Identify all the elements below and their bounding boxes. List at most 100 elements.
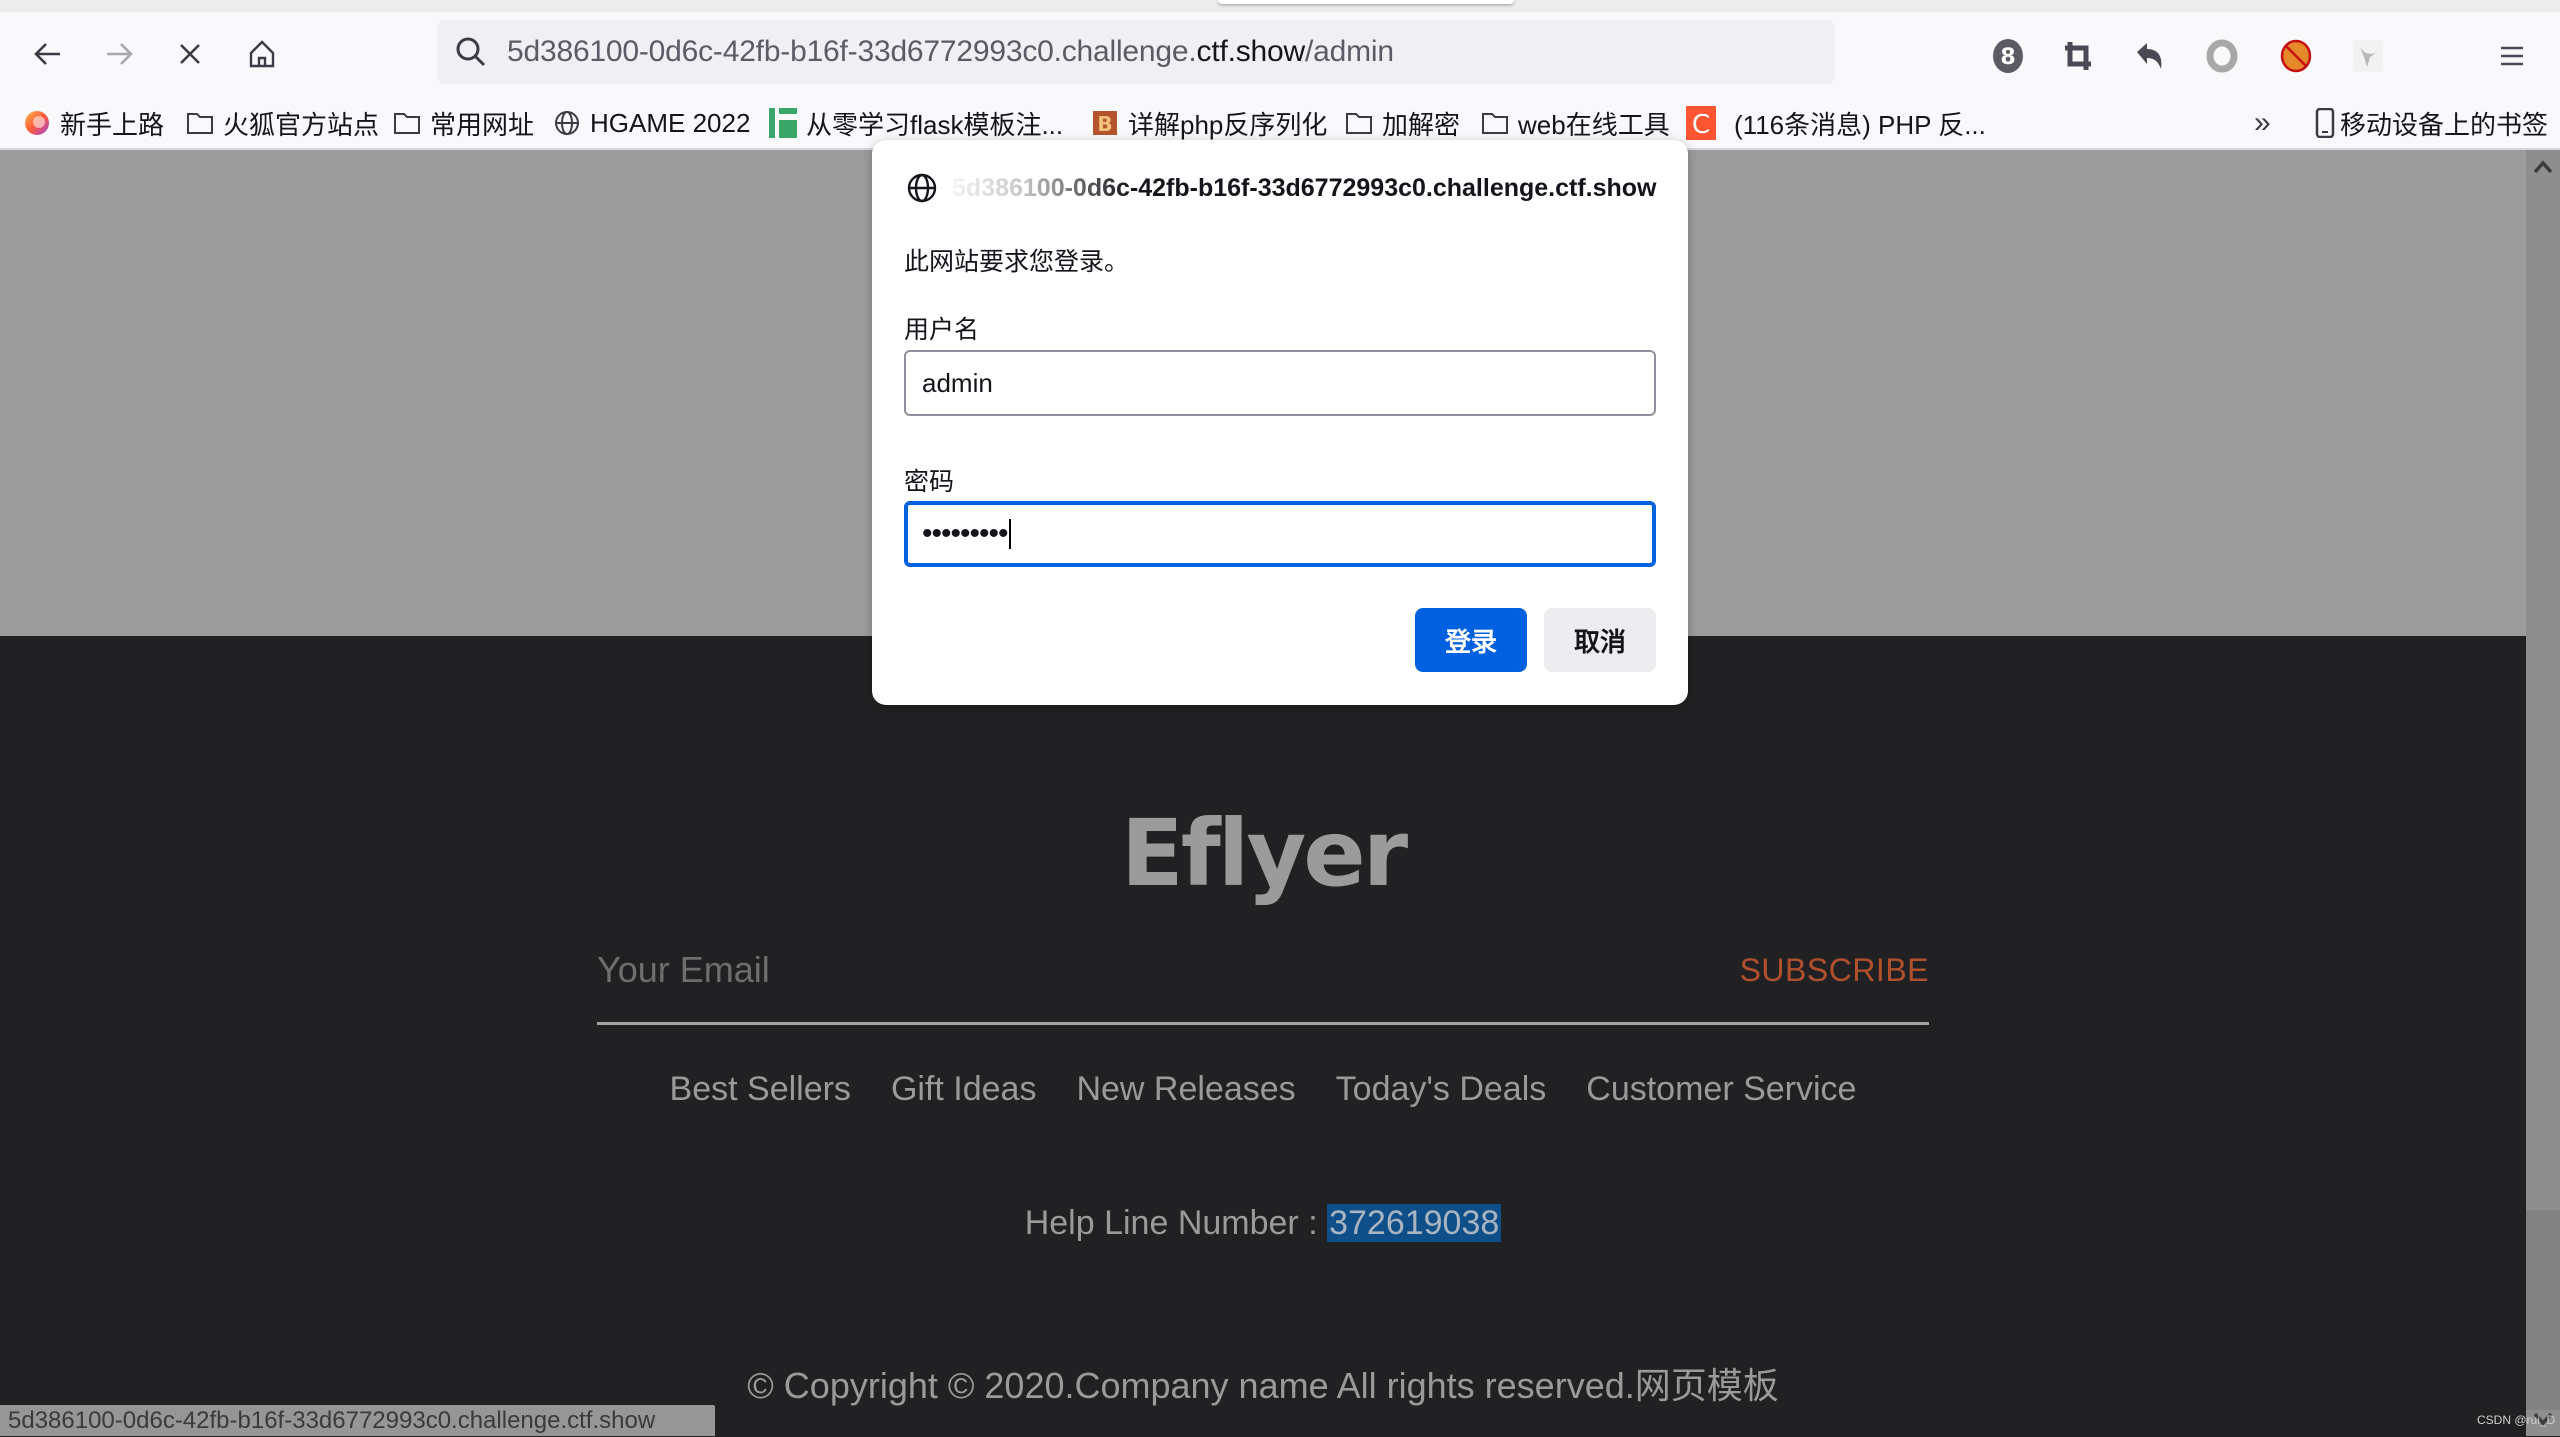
globe-icon [907, 173, 937, 203]
ring-icon [2206, 39, 2238, 73]
extension-badge-button[interactable]: 8 [1988, 36, 2028, 76]
bookmark-folder[interactable]: 常用网址 [392, 104, 534, 142]
footer-link-todays-deals[interactable]: Today's Deals [1336, 1070, 1547, 1109]
csdn-icon: C [1686, 106, 1716, 140]
extension-bird-button[interactable] [2348, 36, 2388, 76]
bookmark-folder[interactable]: web在线工具 [1480, 104, 1670, 142]
bookmark-label: (116条消息) PHP 反... [1734, 109, 1986, 140]
mobile-bookmarks-folder[interactable]: 移动设备上的书签 [2314, 104, 2548, 142]
password-value: ••••••••• [922, 517, 1009, 550]
watermark: CSDN @rui_D [2477, 1413, 2556, 1427]
folder-icon [1480, 108, 1510, 138]
folder-icon [185, 108, 215, 138]
bookmark-label: web在线工具 [1518, 109, 1670, 140]
dialog-message: 此网站要求您登录。 [904, 248, 1130, 276]
undo-arrow-icon [2137, 43, 2162, 69]
mobile-phone-icon [2314, 108, 2336, 138]
screenshot-button[interactable] [2058, 36, 2098, 76]
footer-links: Best Sellers Gift Ideas New Releases Tod… [0, 1070, 2526, 1109]
navigation-toolbar: 5d386100-0d6c-42fb-b16f-33d6772993c0.cha… [0, 12, 2560, 96]
help-line: Help Line Number : 372619038 [0, 1204, 2526, 1243]
username-label: 用户名 [904, 316, 980, 344]
vertical-scrollbar[interactable] [2526, 150, 2560, 1436]
app-menu-button[interactable] [2492, 36, 2532, 76]
copyright-text: © Copyright © 2020.Company name All righ… [747, 1365, 1779, 1406]
back-button[interactable] [26, 32, 70, 76]
bookmark-item[interactable]: 新手上路 [22, 104, 164, 142]
undo-button[interactable] [2130, 36, 2170, 76]
username-field[interactable]: admin [904, 350, 1656, 416]
bird-icon [2353, 40, 2383, 72]
extension-circle-button[interactable] [2202, 36, 2242, 76]
password-field[interactable]: ••••••••• [904, 501, 1656, 567]
counter-badge-icon: 8 [1993, 39, 2023, 73]
footer-link-best-sellers[interactable]: Best Sellers [670, 1070, 851, 1109]
password-label: 密码 [904, 468, 955, 496]
username-value: admin [922, 367, 993, 398]
dialog-host: 5d386100-0d6c -42fb-b16f-33d6772993c0.cha… [906, 172, 1657, 204]
text-caret [1008, 519, 1011, 549]
extension-blocked-button[interactable] [2276, 36, 2316, 76]
url-path: /admin [1304, 35, 1394, 68]
site-icon [768, 108, 798, 138]
chevron-up-icon [2533, 160, 2553, 174]
home-icon [249, 40, 275, 68]
bookmark-item[interactable]: C (116条消息) PHP 反... [1686, 104, 1986, 142]
close-icon [180, 44, 200, 64]
help-line-label: Help Line Number : [1024, 1204, 1328, 1242]
url-host: ctf.show [1196, 35, 1306, 68]
svg-text:8: 8 [2000, 45, 2015, 70]
active-tab-edge[interactable] [1218, 0, 1514, 4]
home-button[interactable] [240, 32, 284, 76]
site-logo[interactable]: Eflyer [0, 800, 2526, 907]
hamburger-menu-icon [2501, 46, 2523, 66]
url-text[interactable]: 5d386100-0d6c-42fb-b16f-33d6772993c0.cha… [507, 35, 1394, 69]
bookmark-label: 新手上路 [60, 109, 165, 140]
email-input[interactable] [597, 940, 1497, 1000]
bookmark-item[interactable]: B 详解php反序列化 [1090, 104, 1327, 142]
arrow-left-icon [34, 43, 60, 65]
help-line-number[interactable]: 372619038 [1327, 1204, 1502, 1242]
scroll-up-button[interactable] [2526, 150, 2560, 184]
address-bar[interactable]: 5d386100-0d6c-42fb-b16f-33d6772993c0.cha… [437, 20, 1835, 84]
subscribe-button[interactable]: SUBSCRIBE [1740, 952, 1929, 989]
blocked-extension-icon [2280, 39, 2312, 73]
login-button[interactable]: 登录 [1415, 608, 1527, 672]
footer-link-gift-ideas[interactable]: Gift Ideas [891, 1070, 1037, 1109]
bookmark-item[interactable]: HGAME 2022 [552, 104, 750, 142]
footer-link-new-releases[interactable]: New Releases [1076, 1070, 1295, 1109]
crop-icon [2065, 42, 2091, 70]
arrow-right-icon [107, 43, 133, 65]
scrollbar-thumb[interactable] [2526, 1210, 2560, 1410]
url-prefix: 5d386100-0d6c-42fb-b16f-33d6772993c0.cha… [507, 35, 1197, 68]
bookmark-label: 常用网址 [430, 109, 535, 140]
forward-button[interactable] [97, 32, 141, 76]
status-bar-url: 5d386100-0d6c-42fb-b16f-33d6772993c0.cha… [0, 1405, 715, 1436]
dialog-host-faded: 5d386100-0d6c [952, 173, 1130, 202]
folder-icon [392, 108, 422, 138]
bookmarks-overflow-button[interactable]: » [2254, 104, 2271, 142]
search-icon [456, 37, 486, 67]
bookmark-item[interactable]: 从零学习flask模板注... [768, 104, 1063, 142]
dialog-host-rest: -42fb-b16f-33d6772993c0.challenge.ctf.sh… [1129, 173, 1657, 202]
cancel-button[interactable]: 取消 [1544, 608, 1656, 672]
bookmark-label: 从零学习flask模板注... [806, 109, 1064, 140]
bookmark-label: 火狐官方站点 [223, 109, 380, 140]
http-auth-dialog: 5d386100-0d6c -42fb-b16f-33d6772993c0.cha… [872, 140, 1688, 705]
tab-strip [0, 0, 2560, 12]
bookmark-folder[interactable]: 加解密 [1344, 104, 1460, 142]
bookmark-label: 加解密 [1382, 109, 1461, 140]
stop-button[interactable] [168, 32, 212, 76]
bookmark-label: 详解php反序列化 [1128, 109, 1328, 140]
bookmark-label: HGAME 2022 [590, 107, 751, 138]
svg-text:B: B [1097, 112, 1112, 136]
page-footer [0, 636, 2526, 1436]
chevron-double-right-icon: » [2254, 106, 2271, 139]
site-icon: B [1090, 108, 1120, 138]
svg-text:C: C [1692, 110, 1710, 140]
firefox-icon [22, 108, 52, 138]
newsletter-form: SUBSCRIBE [597, 930, 1929, 1025]
bookmark-folder[interactable]: 火狐官方站点 [185, 104, 379, 142]
globe-icon [552, 108, 582, 138]
footer-link-customer-service[interactable]: Customer Service [1586, 1070, 1856, 1109]
